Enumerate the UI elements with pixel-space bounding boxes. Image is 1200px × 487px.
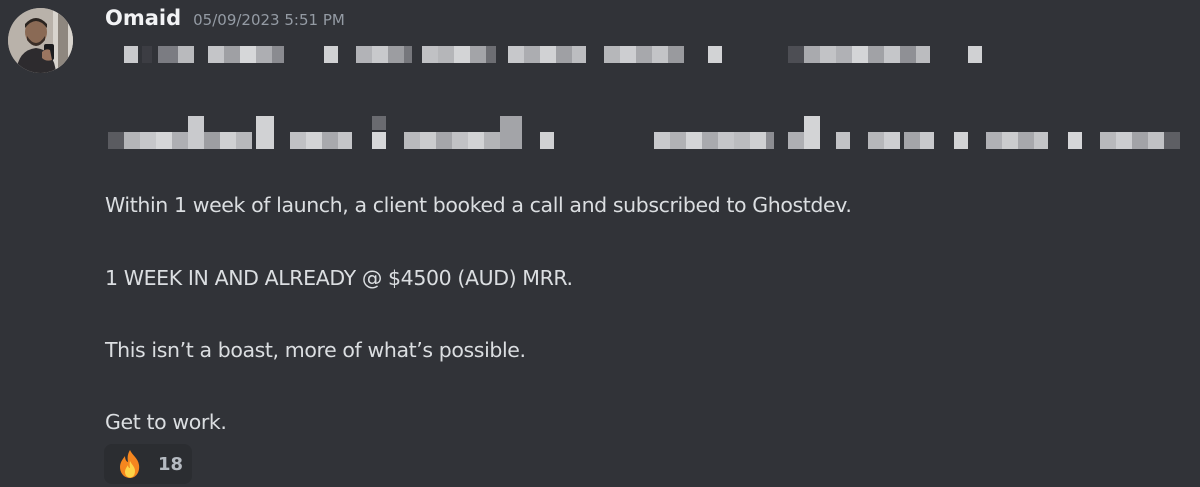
message-timestamp[interactable]: 05/09/2023 5:51 PM (193, 11, 345, 29)
user-avatar[interactable] (8, 8, 73, 73)
message-text-line-2: 1 WEEK IN AND ALREADY @ $4500 (AUD) MRR. (105, 266, 573, 290)
avatar-photo (8, 8, 73, 73)
fire-emoji-icon (120, 450, 140, 478)
message-text-line-1: Within 1 week of launch, a client booked… (105, 193, 852, 217)
reaction-count: 18 (158, 453, 184, 475)
message-text-line-4: Get to work. (105, 410, 227, 434)
message-text-line-3: This isn’t a boast, more of what’s possi… (105, 338, 526, 362)
fire-reaction-button[interactable]: 18 (104, 444, 192, 484)
chat-message: Omaid 05/09/2023 5:51 PM Within 1 week o… (0, 0, 1200, 487)
author-username[interactable]: Omaid (105, 6, 181, 30)
message-header: Omaid 05/09/2023 5:51 PM (105, 6, 345, 38)
